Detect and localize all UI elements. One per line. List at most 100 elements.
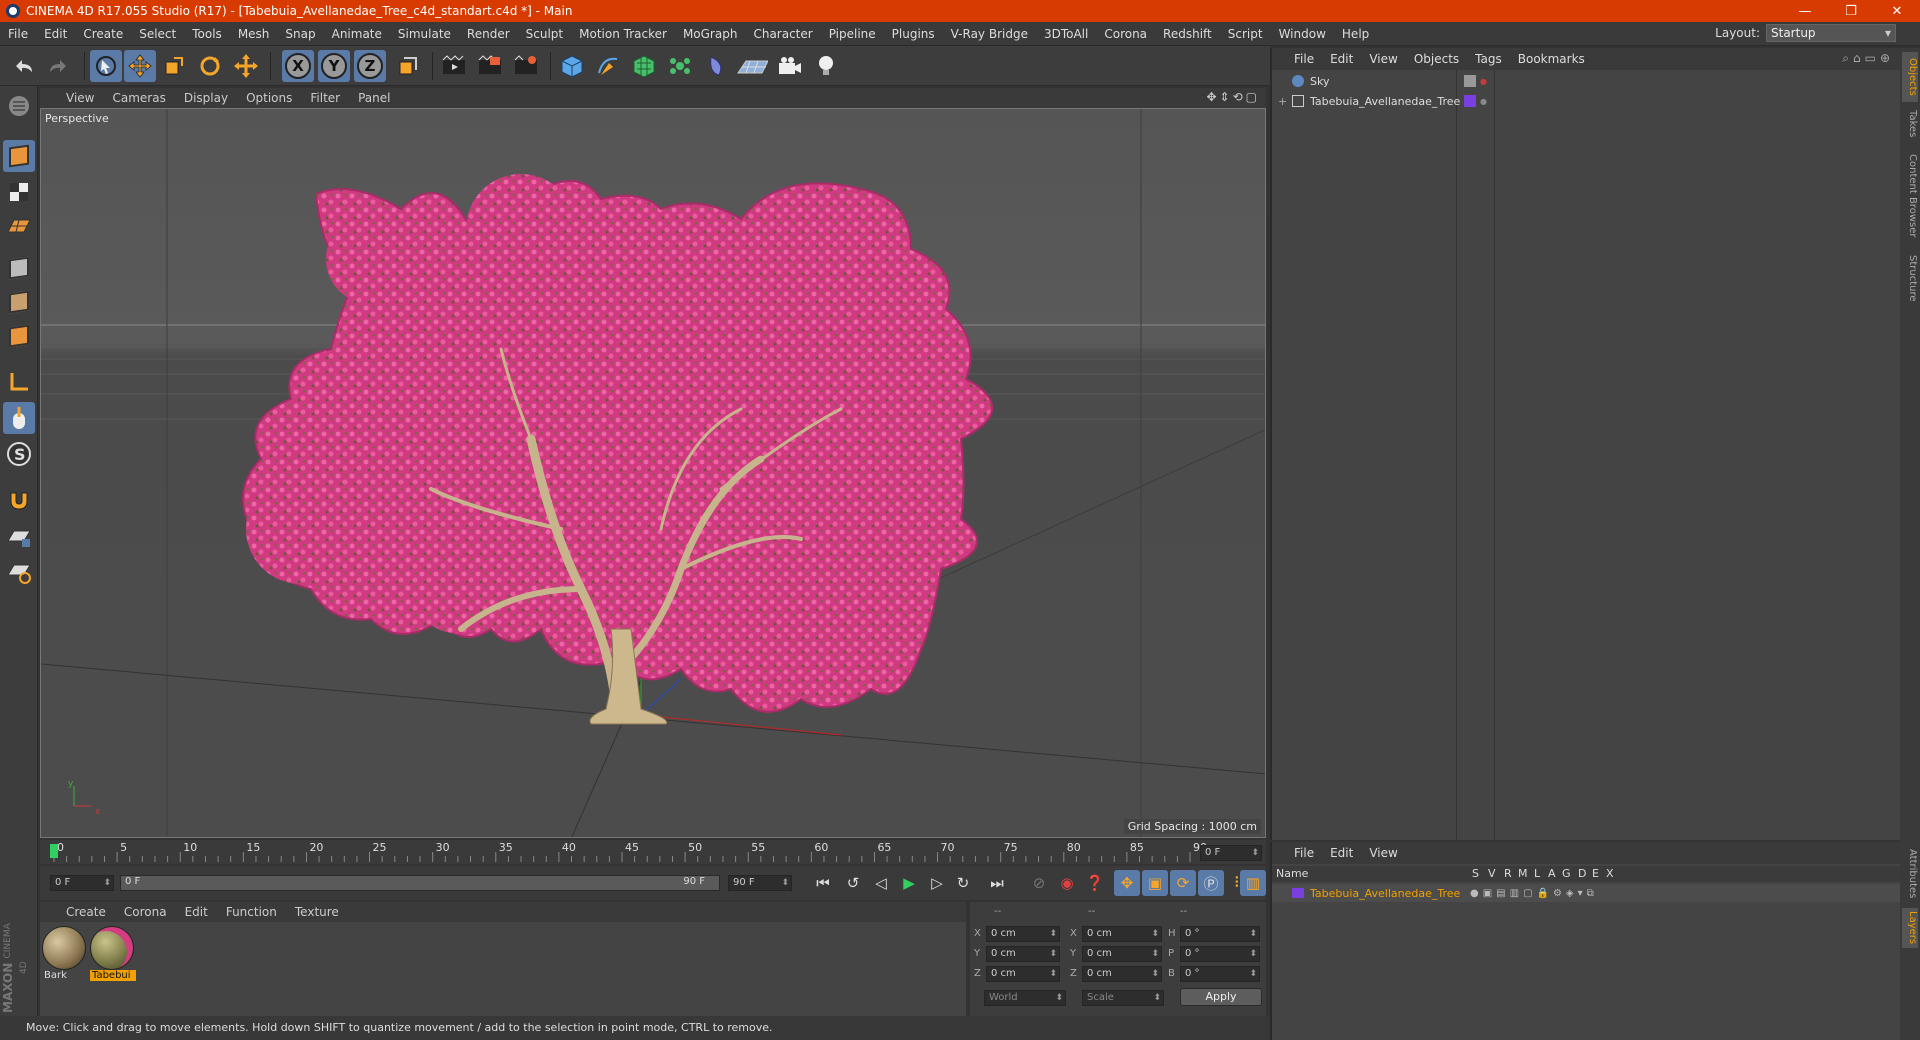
y-axis-lock-button[interactable]: Y	[318, 50, 350, 82]
om-menu-bookmarks[interactable]: Bookmarks	[1510, 52, 1593, 66]
tweak-mode-icon[interactable]	[3, 402, 35, 434]
menu-mograph[interactable]: MoGraph	[675, 22, 746, 46]
layer-header-solo[interactable]: S	[1472, 867, 1479, 880]
menu-vray-bridge[interactable]: V-Ray Bridge	[943, 22, 1036, 46]
maximize-button[interactable]: ❐	[1828, 0, 1874, 22]
tab-content-browser[interactable]: Content Browser	[1902, 146, 1918, 246]
coord-pos-y-field[interactable]: 0 cm	[986, 946, 1060, 962]
locked-workplane-icon[interactable]	[3, 522, 35, 554]
go-to-end-icon[interactable]: ⏭	[984, 870, 1010, 896]
play-forward-icon[interactable]: ▶	[896, 870, 922, 896]
go-to-next-key-icon[interactable]: ↻	[950, 870, 976, 896]
axis-mode-icon[interactable]	[3, 366, 35, 398]
render-to-picture-viewer-icon[interactable]	[474, 50, 506, 82]
live-selection-icon[interactable]	[90, 50, 122, 82]
timeline-playhead[interactable]	[50, 844, 58, 858]
menu-pipeline[interactable]: Pipeline	[821, 22, 884, 46]
layer-header-locked[interactable]: L	[1534, 867, 1540, 880]
menu-snap[interactable]: Snap	[277, 22, 323, 46]
material-menu-create[interactable]: Create	[40, 905, 115, 919]
om-menu-file[interactable]: File	[1272, 52, 1322, 66]
menu-sculpt[interactable]: Sculpt	[518, 22, 571, 46]
lm-menu-edit[interactable]: Edit	[1322, 846, 1361, 860]
render-settings-icon[interactable]	[510, 50, 542, 82]
apply-button[interactable]: Apply	[1180, 988, 1262, 1006]
key-rotation-icon[interactable]: ⟳	[1170, 870, 1196, 896]
material-menu-function[interactable]: Function	[217, 905, 286, 919]
viewport-menu-filter[interactable]: Filter	[301, 91, 349, 105]
undo-icon[interactable]	[8, 50, 40, 82]
viewport-menu-display[interactable]: Display	[175, 91, 237, 105]
subdivision-surface-icon[interactable]	[628, 50, 660, 82]
menu-window[interactable]: Window	[1271, 22, 1334, 46]
menu-script[interactable]: Script	[1220, 22, 1271, 46]
tab-objects[interactable]: Objects	[1902, 52, 1918, 102]
object-tree-expander[interactable]: +	[1278, 95, 1292, 108]
camera-object-icon[interactable]	[774, 50, 806, 82]
menu-create[interactable]: Create	[75, 22, 131, 46]
go-to-previous-frame-icon[interactable]: ◁	[868, 870, 894, 896]
model-mode-icon[interactable]	[3, 140, 35, 172]
recent-tool-icon[interactable]	[230, 50, 262, 82]
start-frame-field[interactable]: 0 F	[50, 875, 114, 891]
layer-header-manager[interactable]: M	[1518, 867, 1528, 880]
menu-character[interactable]: Character	[745, 22, 820, 46]
coord-size-y-field[interactable]: 0 cm	[1082, 946, 1162, 962]
menu-animate[interactable]: Animate	[324, 22, 390, 46]
move-tool-icon[interactable]	[124, 50, 156, 82]
key-position-icon[interactable]: ✥	[1114, 870, 1140, 896]
layout-dropdown[interactable]: Startup	[1766, 24, 1896, 42]
coord-rot-b-field[interactable]: 0 °	[1180, 966, 1260, 982]
viewport-menu-view[interactable]: View	[40, 91, 103, 105]
coord-rot-h-field[interactable]: 0 °	[1180, 926, 1260, 942]
layer-row-tree[interactable]: Tabebuia_Avellanedae_Tree ●▣▤▥▢🔒⚙◈▾⧉	[1272, 884, 1902, 902]
material-tabebuia[interactable]: Tabebui	[90, 926, 136, 981]
record-disabled-icon[interactable]: ⊘	[1026, 870, 1052, 896]
preview-range-slider[interactable]: 0 F 90 F	[120, 875, 720, 891]
viewport-menu-options[interactable]: Options	[237, 91, 301, 105]
tab-attributes[interactable]: Attributes	[1902, 844, 1918, 904]
material-bark[interactable]: Bark	[42, 926, 88, 981]
menu-edit[interactable]: Edit	[36, 22, 75, 46]
array-cloner-icon[interactable]	[664, 50, 696, 82]
go-to-next-frame-icon[interactable]: ▷	[924, 870, 950, 896]
z-axis-lock-button[interactable]: Z	[354, 50, 386, 82]
coord-pos-x-field[interactable]: 0 cm	[986, 926, 1060, 942]
coord-rot-p-field[interactable]: 0 °	[1180, 946, 1260, 962]
coordinate-mode-dropdown[interactable]: Scale	[1082, 990, 1164, 1006]
om-menu-objects[interactable]: Objects	[1406, 52, 1467, 66]
cube-primitive-icon[interactable]	[556, 50, 588, 82]
material-menu-texture[interactable]: Texture	[286, 905, 348, 919]
pen-spline-icon[interactable]	[592, 50, 624, 82]
menu-mesh[interactable]: Mesh	[230, 22, 278, 46]
x-axis-lock-button[interactable]: X	[282, 50, 314, 82]
autokeying-icon[interactable]: ❓	[1082, 870, 1108, 896]
menu-plugins[interactable]: Plugins	[884, 22, 943, 46]
menu-motion-tracker[interactable]: Motion Tracker	[571, 22, 675, 46]
layer-color-swatch[interactable]	[1292, 888, 1304, 898]
minimize-button[interactable]: —	[1782, 0, 1828, 22]
tree-render-dots-icon[interactable]: ●	[1480, 97, 1487, 106]
layer-header-view[interactable]: V	[1488, 867, 1496, 880]
layer-toggle-icons[interactable]: ●▣▤▥▢🔒⚙◈▾⧉	[1470, 888, 1598, 899]
viewport-menu-panel[interactable]: Panel	[349, 91, 399, 105]
sky-visibility-tag-icon[interactable]	[1464, 75, 1476, 87]
coord-size-x-field[interactable]: 0 cm	[1082, 926, 1162, 942]
layer-header-render[interactable]: R	[1504, 867, 1512, 880]
snap-icon[interactable]: S	[3, 438, 35, 470]
viewport-navigation-icons[interactable]: ✥⇕⟲▢	[1206, 90, 1260, 104]
tab-layers[interactable]: Layers	[1902, 908, 1918, 948]
om-menu-tags[interactable]: Tags	[1467, 52, 1510, 66]
texture-mode-icon[interactable]	[3, 176, 35, 208]
render-view-icon[interactable]	[438, 50, 470, 82]
object-row-tree[interactable]: + Tabebuia_Avellanedae_Tree ●	[1272, 92, 1902, 110]
menu-tools[interactable]: Tools	[184, 22, 230, 46]
tree-layer-color-icon[interactable]	[1464, 95, 1476, 107]
layer-header-generators[interactable]: G	[1562, 867, 1571, 880]
lm-menu-view[interactable]: View	[1361, 846, 1405, 860]
lm-menu-file[interactable]: File	[1272, 846, 1322, 860]
workplane-mode-icon[interactable]	[3, 210, 35, 242]
record-active-objects-icon[interactable]: ◉	[1054, 870, 1080, 896]
go-to-start-icon[interactable]: ⏮	[810, 870, 836, 896]
key-scale-icon[interactable]: ▣	[1142, 870, 1168, 896]
